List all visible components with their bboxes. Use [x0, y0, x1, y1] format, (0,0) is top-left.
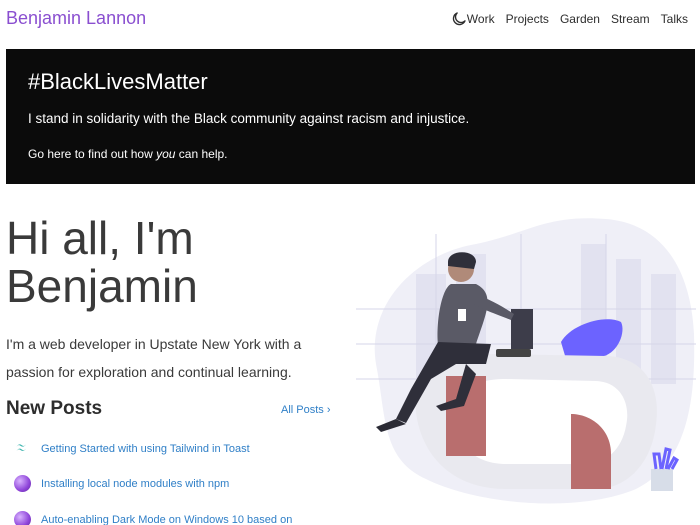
hero-heading: Hi all, I'm Benjamin	[6, 214, 306, 310]
help-emphasis: you	[156, 147, 176, 161]
tailwind-icon	[16, 444, 26, 452]
banner-title: #BlackLivesMatter	[28, 69, 208, 94]
post-link[interactable]: Auto-enabling Dark Mode on Windows 10 ba…	[14, 511, 292, 525]
post-title: Getting Started with using Tailwind in T…	[41, 442, 250, 455]
hero-line-2: Benjamin	[6, 260, 198, 312]
moon-icon[interactable]	[450, 10, 468, 28]
nav-link-stream[interactable]: Stream	[611, 12, 650, 26]
monitor	[511, 309, 533, 349]
hero-line-1: Hi all, I'm	[6, 212, 194, 264]
help-suffix: can help.	[175, 147, 228, 161]
nav-link-projects[interactable]: Projects	[506, 12, 549, 26]
all-posts-label: All Posts	[281, 404, 324, 416]
site-title-link[interactable]: Benjamin Lannon	[6, 8, 146, 29]
new-posts-heading: New Posts	[6, 398, 103, 419]
post-title: Auto-enabling Dark Mode on Windows 10 ba…	[41, 513, 293, 525]
nav-link-garden[interactable]: Garden	[560, 12, 600, 26]
npm-ball-icon	[14, 475, 31, 492]
laptop	[496, 349, 531, 357]
nav-links: Work Projects Garden Stream Talks	[467, 12, 688, 26]
nav-link-talks[interactable]: Talks	[661, 12, 688, 26]
post-title: Installing local node modules with npm	[41, 477, 230, 490]
help-prefix: Go here to find out how	[28, 147, 157, 161]
banner-statement: I stand in solidarity with the Black com…	[28, 111, 470, 126]
post-link[interactable]: Getting Started with using Tailwind in T…	[14, 440, 250, 457]
developer-desk-illustration	[356, 218, 696, 504]
chevron-right-icon: ›	[326, 404, 331, 416]
top-nav: Benjamin Lannon Work Projects Garden Str…	[0, 0, 700, 38]
plant	[651, 447, 679, 491]
all-posts-link[interactable]: All Posts ›	[281, 404, 331, 416]
windows-ball-icon	[14, 511, 31, 525]
banner-help-link[interactable]: Go here to find out how you can help.	[28, 147, 228, 161]
hero-intro: I'm a web developer in Upstate New York …	[6, 336, 302, 380]
post-link[interactable]: Installing local node modules with npm	[14, 475, 229, 492]
blm-banner: #BlackLivesMatter I stand in solidarity …	[6, 49, 695, 184]
nav-link-work[interactable]: Work	[467, 12, 495, 26]
